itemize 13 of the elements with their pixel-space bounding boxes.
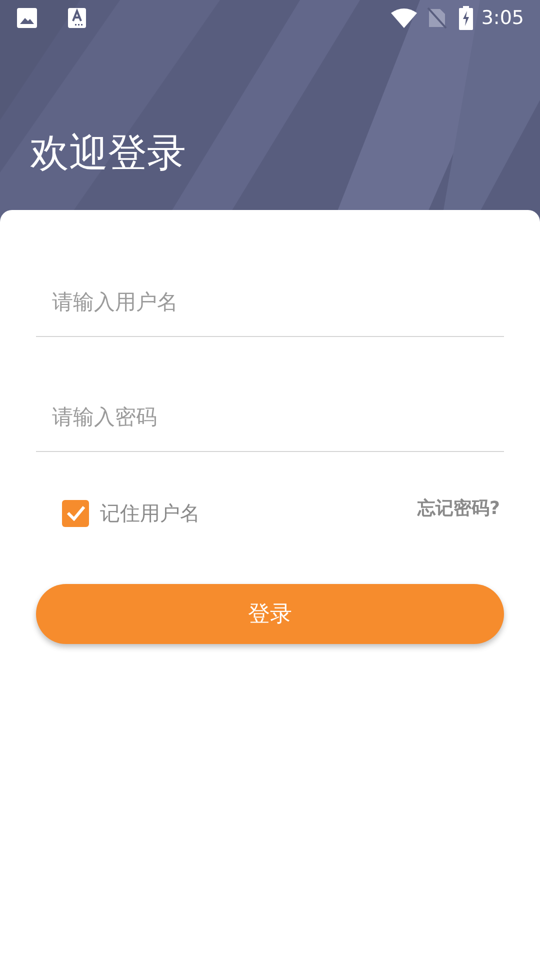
status-time: 3:05 <box>481 6 524 31</box>
password-field[interactable]: 请输入密码 <box>36 394 504 452</box>
page-title: 欢迎登录 <box>30 131 186 176</box>
username-field[interactable]: 请输入用户名 <box>36 280 504 337</box>
battery-charging-icon <box>459 6 474 30</box>
image-icon <box>16 7 38 29</box>
remember-checkbox[interactable] <box>62 500 89 526</box>
forgot-password-link[interactable]: 忘记密码? <box>418 494 500 522</box>
wifi-icon <box>391 8 418 28</box>
remember-label: 记住用户名 <box>100 500 200 527</box>
login-button[interactable]: 登录 <box>36 584 504 644</box>
no-sim-icon <box>427 7 448 29</box>
font-icon <box>68 7 86 29</box>
